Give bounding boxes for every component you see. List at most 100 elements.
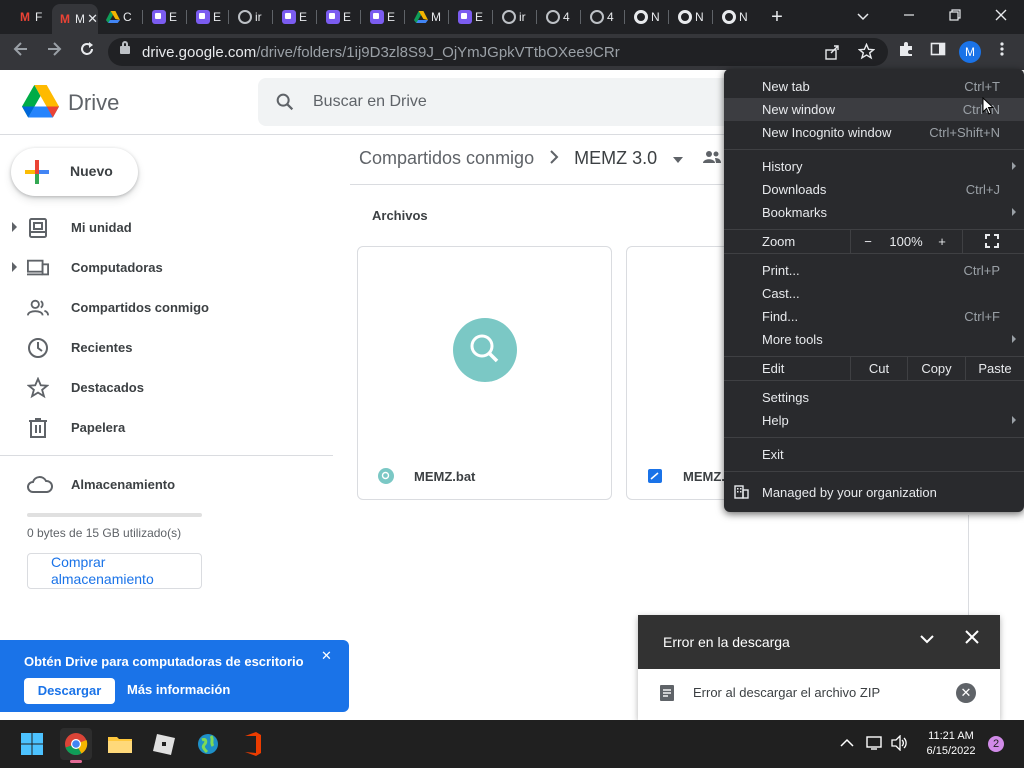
tab[interactable]: E (452, 4, 488, 30)
search-icon[interactable] (274, 91, 296, 113)
drive-logo-icon[interactable] (22, 85, 59, 118)
cut-button[interactable]: Cut (851, 357, 907, 380)
nav-item-trash[interactable]: Papelera (0, 412, 330, 444)
tab[interactable]: N (716, 4, 752, 30)
clock[interactable]: 11:21 AM 6/15/2022 (916, 729, 986, 759)
app-title[interactable]: Drive (68, 90, 119, 116)
taskbar-roblox[interactable] (148, 728, 180, 760)
search-box[interactable]: Buscar en Drive (258, 78, 738, 126)
menu-item-help[interactable]: Help (724, 409, 1024, 432)
reload-button[interactable] (75, 40, 99, 64)
taskbar-office[interactable] (236, 728, 268, 760)
taskbar-file-explorer[interactable] (104, 728, 136, 760)
drive-icon (106, 11, 120, 23)
tab[interactable]: E (190, 4, 226, 30)
menu-item-managed[interactable]: Managed by your organization (724, 481, 1024, 504)
menu-item-settings[interactable]: Settings (724, 386, 1024, 409)
menu-item-new-window[interactable]: New window Ctrl+N (724, 98, 1024, 121)
minimize-button[interactable] (889, 5, 929, 27)
menu-item-history[interactable]: History (724, 155, 1024, 178)
tab[interactable]: N (628, 4, 664, 30)
menu-item-cast[interactable]: Cast... (724, 282, 1024, 305)
nav-item-recent[interactable]: Recientes (0, 332, 330, 364)
tab-search-button[interactable] (843, 5, 883, 27)
side-panel-button[interactable] (926, 40, 950, 64)
menu-item-print[interactable]: Print... Ctrl+P (724, 259, 1024, 282)
close-tab-icon[interactable]: ✕ (87, 11, 98, 27)
error-cancel-icon[interactable]: ✕ (956, 683, 976, 703)
tab[interactable]: N (672, 4, 708, 30)
taskbar-chrome[interactable] (60, 728, 92, 763)
fullscreen-icon[interactable] (982, 230, 1002, 253)
download-button[interactable]: Descargar (24, 678, 115, 704)
nav-item-storage[interactable]: Almacenamiento (0, 469, 330, 501)
tab-active[interactable]: M M ✕ (52, 4, 98, 34)
menu-item-bookmarks[interactable]: Bookmarks (724, 201, 1024, 224)
restore-button[interactable] (935, 5, 975, 27)
expand-caret-icon[interactable] (12, 262, 17, 272)
tab[interactable]: C (100, 4, 136, 30)
chevron-right-icon (549, 148, 564, 168)
tab[interactable]: E (364, 4, 400, 30)
zoom-out-button[interactable]: − (860, 230, 876, 253)
nav-item-my-drive[interactable]: Mi unidad (0, 212, 330, 244)
lock-icon[interactable] (120, 41, 130, 54)
back-button[interactable] (9, 40, 33, 64)
zoom-in-button[interactable]: + (934, 230, 950, 253)
taskbar-globe-app[interactable] (192, 728, 224, 760)
drive-icon (414, 11, 428, 23)
file-card[interactable]: MEMZ.bat (357, 246, 612, 500)
tab[interactable]: E (276, 4, 312, 30)
nav-item-shared[interactable]: Compartidos conmigo (0, 292, 330, 324)
tab[interactable]: ir (232, 4, 268, 30)
tab[interactable]: M (408, 4, 444, 30)
chevron-up-icon[interactable] (840, 735, 854, 751)
copy-button[interactable]: Copy (908, 357, 965, 380)
close-icon[interactable]: ✕ (321, 648, 332, 664)
profile-avatar[interactable]: M (959, 41, 981, 63)
menu-button[interactable] (990, 40, 1014, 64)
expand-caret-icon[interactable] (12, 222, 17, 232)
buy-storage-button[interactable]: Comprar almacenamiento (27, 553, 202, 589)
new-tab-button[interactable]: + (766, 7, 788, 29)
address-bar[interactable]: drive.google.com/drive/folders/1ij9D3zl8… (108, 38, 888, 66)
tab[interactable]: MF (12, 4, 48, 30)
storage-bar (27, 513, 202, 517)
volume-icon[interactable] (891, 734, 909, 754)
nav-item-starred[interactable]: Destacados (0, 372, 330, 404)
menu-item-more-tools[interactable]: More tools (724, 328, 1024, 351)
menu-item-new-incognito[interactable]: New Incognito window Ctrl+Shift+N (724, 121, 1024, 144)
breadcrumb-current[interactable]: MEMZ 3.0 (574, 148, 657, 168)
taskbar: 11:21 AM 6/15/2022 2 (0, 720, 1024, 768)
tab[interactable]: 4 (540, 4, 576, 30)
extensions-button[interactable] (894, 40, 918, 64)
menu-item-new-tab[interactable]: New tab Ctrl+T (724, 75, 1024, 98)
gmail-icon: M (60, 12, 70, 26)
roblox-icon (153, 734, 175, 755)
notification-badge[interactable]: 2 (988, 736, 1004, 752)
collapse-chevron-icon[interactable] (920, 631, 934, 647)
tab[interactable]: ir (496, 4, 532, 30)
nav-item-computers[interactable]: Computadoras (0, 252, 330, 284)
menu-item-exit[interactable]: Exit (724, 443, 1024, 466)
close-panel-icon[interactable] (965, 628, 979, 650)
tab[interactable]: E (146, 4, 182, 30)
windows-icon (21, 733, 43, 755)
tab[interactable]: E (320, 4, 356, 30)
paste-button[interactable]: Paste (966, 357, 1024, 380)
close-window-button[interactable] (981, 5, 1021, 27)
bookmark-star-icon[interactable] (857, 42, 876, 65)
network-icon[interactable] (866, 735, 884, 754)
share-icon[interactable] (824, 44, 840, 65)
start-button[interactable] (16, 728, 48, 760)
forward-button[interactable] (42, 40, 66, 64)
tab[interactable]: 4 (584, 4, 620, 30)
breadcrumb-item[interactable]: Compartidos conmigo (359, 148, 534, 168)
new-button[interactable]: Nuevo (11, 148, 138, 196)
more-info-link[interactable]: Más información (127, 682, 230, 697)
menu-item-downloads[interactable]: Downloads Ctrl+J (724, 178, 1024, 201)
globe-icon (546, 10, 560, 24)
search-input[interactable]: Buscar en Drive (313, 93, 427, 111)
folder-dropdown-icon[interactable] (672, 148, 689, 168)
menu-item-find[interactable]: Find... Ctrl+F (724, 305, 1024, 328)
